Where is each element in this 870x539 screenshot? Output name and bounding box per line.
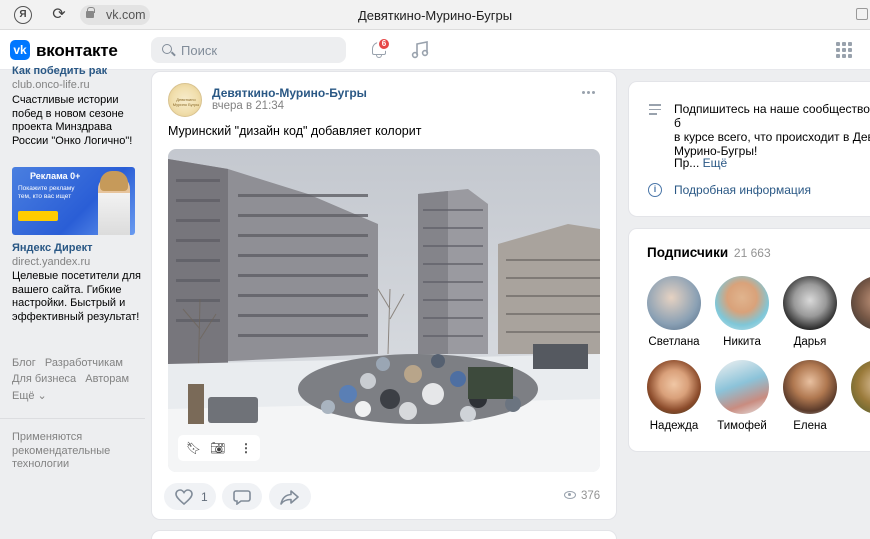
subscriber-item[interactable]: Се: [848, 276, 870, 348]
ad-banner-hair: [100, 171, 128, 191]
footer-link-authors[interactable]: Авторам: [85, 373, 129, 385]
more-link[interactable]: Ещё: [703, 156, 728, 170]
likes-count: 1: [201, 490, 208, 504]
site-header: vk вконтакте Поиск 6: [0, 30, 870, 70]
details-link[interactable]: Подробная информация: [674, 183, 811, 197]
description-icon: [649, 104, 661, 118]
ad-text[interactable]: Целевые посетители для вашего сайта. Гиб…: [12, 270, 142, 324]
ad-name[interactable]: Яндекс Директ: [12, 242, 93, 254]
divider: [0, 418, 145, 419]
heart-icon: [175, 489, 193, 505]
subscriber-name: Надежда: [649, 420, 699, 432]
subscribers-label: Подписчики: [647, 245, 729, 260]
camera-search-icon[interactable]: 📷︎: [210, 441, 225, 455]
subscriber-name: Се: [848, 336, 870, 348]
comment-icon: [233, 490, 251, 505]
subscriber-item[interactable]: Елена: [780, 360, 840, 432]
tab-title: Девяткино-Мурино-Бугры: [357, 8, 513, 23]
like-button[interactable]: 1: [164, 483, 216, 510]
subscribers-card: Подписчики 21 663 Светлана Никита Дарья …: [629, 229, 870, 451]
share-button[interactable]: [269, 483, 311, 510]
wall-post: Девяткино Мурино Бугры Девяткино-Мурино-…: [152, 72, 616, 519]
brand-name[interactable]: вконтакте: [36, 41, 118, 61]
subscriber-item[interactable]: Никита: [712, 276, 772, 348]
tech-note[interactable]: Применяются рекомендательные технологии: [12, 431, 122, 472]
more-options-icon[interactable]: [582, 91, 598, 95]
footer-link-blog[interactable]: Блог: [12, 357, 36, 369]
subscriber-avatar: [851, 360, 870, 414]
footer-link-developers[interactable]: Разработчикам: [45, 357, 123, 369]
post-text: Муринский "дизайн код" добавляет колорит: [168, 124, 422, 138]
footer-links-row1: Блог Разработчикам: [12, 357, 129, 369]
community-info-card: Подпишитесь на наше сообщество и б в кур…: [629, 82, 870, 216]
notifications-badge: 6: [377, 37, 391, 51]
apps-grid-icon[interactable]: [836, 42, 852, 58]
ad-domain[interactable]: club.onco-life.ru: [12, 79, 90, 91]
search-input[interactable]: Поиск: [151, 37, 346, 63]
comment-button[interactable]: [222, 483, 262, 510]
post-author[interactable]: Девяткино-Мурино-Бугры: [212, 86, 367, 100]
music-icon[interactable]: [410, 40, 430, 60]
subscriber-name: Светлана: [648, 336, 700, 348]
more-vertical-icon[interactable]: ⋮: [240, 441, 252, 455]
subscriber-name: Ко: [848, 420, 870, 432]
ad-banner-image[interactable]: Реклама 0+ Покажите рекламу тем, кто вас…: [12, 167, 135, 235]
photo-illustration: [168, 149, 600, 472]
eye-icon: [564, 491, 576, 499]
subscriber-item[interactable]: Ко: [848, 360, 870, 432]
share-icon: [280, 490, 299, 505]
subscriber-avatar: [647, 276, 701, 330]
footer-link-more[interactable]: Ещё ⌄: [12, 390, 47, 402]
browser-toolbar: Я ⟳ vk.com Девяткино-Мурино-Бугры: [0, 0, 870, 30]
subscriber-avatar: [715, 360, 769, 414]
bookmark-icon[interactable]: 🔖︎: [186, 441, 201, 455]
subscriber-avatar: [715, 276, 769, 330]
subscriber-avatar: [783, 360, 837, 414]
subscriber-avatar: [851, 276, 870, 330]
ad-title[interactable]: Как победить рак: [12, 65, 107, 77]
subscriber-name: Никита: [723, 336, 761, 348]
footer-links-row3: Ещё ⌄: [12, 389, 53, 402]
views-counter: 376: [564, 490, 600, 502]
vk-logo-icon[interactable]: vk: [10, 40, 30, 60]
community-description: Подпишитесь на наше сообщество и б в кур…: [674, 102, 870, 158]
subscriber-item[interactable]: Надежда: [644, 360, 704, 432]
post-photo[interactable]: 🔖︎ 📷︎ ⋮: [168, 149, 600, 472]
search-icon: [162, 44, 172, 54]
subscriber-item[interactable]: Дарья: [780, 276, 840, 348]
search-placeholder: Поиск: [181, 43, 218, 58]
subscriber-avatar: [647, 360, 701, 414]
ad-banner-title: Реклама 0+: [30, 171, 81, 181]
next-post-card: [152, 531, 616, 539]
subscriber-avatar: [783, 276, 837, 330]
post-time[interactable]: вчера в 21:34: [212, 100, 284, 112]
description-truncated: Пр... Ещё: [674, 156, 727, 170]
subscriber-item[interactable]: Светлана: [644, 276, 704, 348]
community-avatar[interactable]: Девяткино Мурино Бугры: [168, 83, 202, 117]
footer-links-row2: Для бизнеса Авторам: [12, 373, 135, 385]
tabs-icon[interactable]: [856, 8, 868, 20]
subscriber-name: Дарья: [793, 336, 827, 348]
ad-domain[interactable]: direct.yandex.ru: [12, 256, 90, 268]
subscribers-title[interactable]: Подписчики 21 663: [647, 245, 771, 260]
subscriber-name: Тимофей: [717, 420, 767, 432]
description-prefix: Пр...: [674, 156, 700, 170]
ad-banner-text: Покажите рекламу тем, кто вас ищет: [18, 185, 75, 200]
footer-link-business[interactable]: Для бизнеса: [12, 373, 76, 385]
ad-banner-button: [18, 211, 58, 221]
info-icon: i: [648, 183, 662, 197]
photo-toolbar: 🔖︎ 📷︎ ⋮: [178, 435, 260, 461]
subscribers-count: 21 663: [733, 246, 771, 260]
subscriber-item[interactable]: Тимофей: [712, 360, 772, 432]
subscriber-name: Елена: [793, 420, 827, 432]
views-count: 376: [581, 490, 601, 502]
ad-text[interactable]: Счастливые истории побед в новом сезоне …: [12, 94, 142, 148]
